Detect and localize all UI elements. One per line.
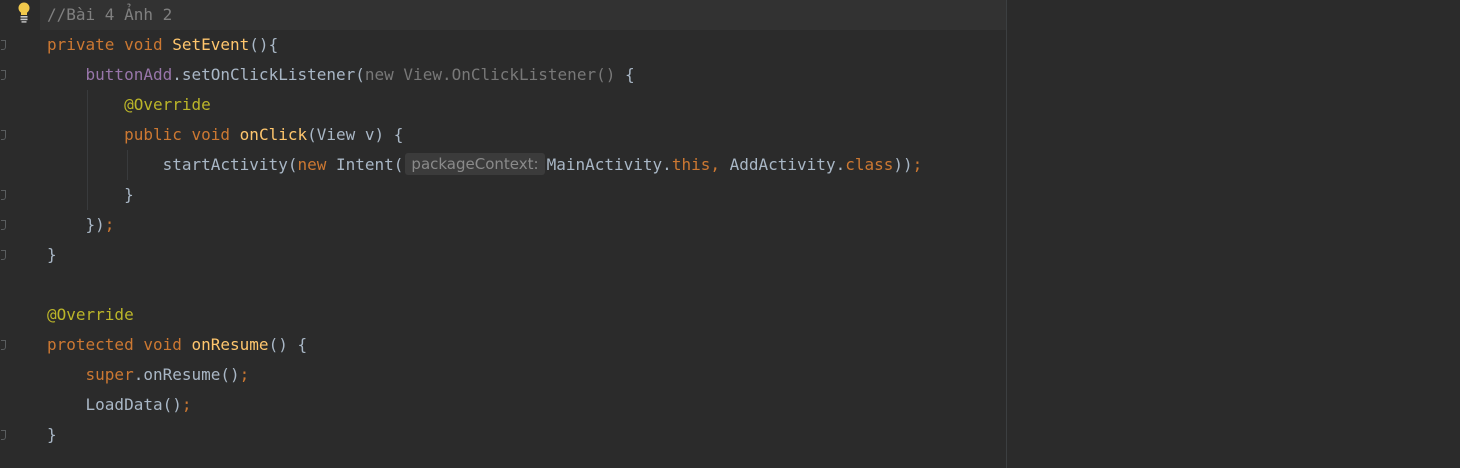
code-token: protected [47,335,144,354]
code-token: @Override [124,95,211,114]
code-token: Intent( [335,155,404,174]
code-token: () { [268,335,308,354]
code-token: .setOnClickListener( [172,65,365,84]
code-token: //Bài 4 Ảnh 2 [47,5,173,24]
code-token: super [85,365,134,384]
code-token: }) [85,215,105,234]
code-token: } [124,185,134,204]
code-token: LoadData() [85,395,182,414]
code-token: startActivity( [162,155,298,174]
code-line[interactable]: protected void onResume() { [47,330,307,360]
code-token: private [47,35,125,54]
code-token: public [124,125,192,144]
code-token: ; [239,365,250,384]
code-line[interactable]: public void onClick(View v) { [47,120,403,150]
code-line[interactable]: } [47,240,57,270]
code-token: (){ [249,35,279,54]
code-token: ; [181,395,192,414]
fold-marker-icon[interactable] [1,250,6,260]
code-token: { [624,65,635,84]
code-token: MainActivity. [546,155,672,174]
current-line-highlight [40,0,1006,30]
code-token: class [845,155,894,174]
code-line[interactable]: @Override [47,300,134,330]
code-token: new [297,155,336,174]
code-token: AddActivity. [729,155,846,174]
code-token: ; [104,215,115,234]
code-editor[interactable]: //Bài 4 Ảnh 2 private void SetEvent(){ bu… [0,0,1460,468]
code-token: new View.OnClickListener() [364,65,625,84]
fold-marker-icon[interactable] [1,40,6,50]
code-line[interactable]: super.onResume(); [47,360,250,390]
code-line[interactable]: //Bài 4 Ảnh 2 [47,0,172,30]
editor-gutter [0,0,40,468]
code-token: } [47,425,57,444]
code-token: .onResume() [133,365,240,384]
code-line[interactable]: LoadData(); [47,390,192,420]
fold-marker-icon[interactable] [1,220,6,230]
code-line[interactable]: } [47,420,57,450]
fold-marker-icon[interactable] [1,130,6,140]
code-token: void [191,125,240,144]
code-token: void [143,335,192,354]
code-line[interactable]: @Override [47,90,211,120]
code-token: ; [912,155,923,174]
code-token: )) [893,155,913,174]
code-token: , [710,155,730,174]
right-margin-line [1006,0,1007,468]
code-token: onResume [191,335,269,354]
code-line[interactable]: } [47,180,134,210]
code-token: void [124,35,173,54]
code-token: buttonAdd [85,65,173,84]
fold-marker-icon[interactable] [1,430,6,440]
code-token: onClick [239,125,308,144]
code-token: SetEvent [172,35,250,54]
code-token: } [47,245,57,264]
lightbulb-icon[interactable] [17,2,31,24]
code-line[interactable]: buttonAdd.setOnClickListener(new View.On… [47,60,635,90]
code-token: @Override [47,305,134,324]
parameter-hint: packageContext: [405,153,545,175]
code-token: (View v) { [307,125,404,144]
fold-marker-icon[interactable] [1,70,6,80]
code-line[interactable]: startActivity(new Intent(packageContext:… [47,150,922,180]
code-line[interactable]: private void SetEvent(){ [47,30,278,60]
fold-marker-icon[interactable] [1,340,6,350]
code-line[interactable]: }); [47,210,115,240]
fold-marker-icon[interactable] [1,190,6,200]
code-token: this [671,155,711,174]
